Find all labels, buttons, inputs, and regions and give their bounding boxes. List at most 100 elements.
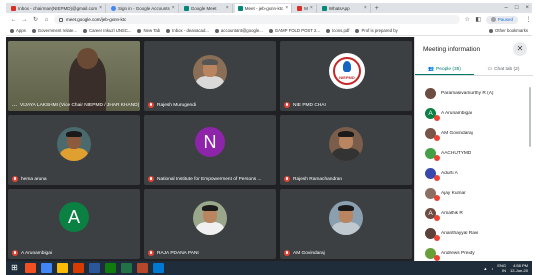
minimize-icon[interactable]: – (505, 5, 508, 11)
extension-icon[interactable]: ◧ (475, 16, 482, 23)
list-item[interactable]: AACHUTYMD (415, 143, 533, 163)
participant-name: A Arunambigai (441, 110, 472, 116)
bookmark-label: Inbox - deanacad... (172, 28, 209, 33)
volume-icon[interactable]: ♪ (491, 266, 493, 271)
participant-tile[interactable]: A A Arunambigai (8, 189, 140, 259)
back-icon[interactable]: ← (10, 17, 17, 23)
participant-tile[interactable]: hema aruna (8, 115, 140, 185)
new-tab-button[interactable]: + (373, 5, 381, 12)
browser-tab[interactable]: Sign in - Google Accounts × (108, 3, 179, 13)
mic-off-icon (434, 194, 440, 201)
tab-label: Google Meet (190, 5, 217, 11)
tab-label: Inbox - chairman(NIEPMD)@gmail.com (18, 5, 98, 11)
list-item[interactable]: A A Arunambigai (415, 103, 533, 123)
windows-start-icon[interactable]: ⊞ (9, 263, 20, 273)
participant-list: Paramasivamurthy R (A) A A Arunambigai AM… (415, 83, 533, 263)
bookmark-apps[interactable]: Apps (10, 28, 26, 33)
list-item[interactable]: Adurti A (415, 163, 533, 183)
participant-name: AM Govindaraj (441, 130, 473, 136)
bookmark-item[interactable]: Government relate... (31, 28, 77, 33)
reload-icon[interactable]: ↻ (32, 16, 39, 23)
list-item[interactable]: AM Govindaraj (415, 123, 533, 143)
panel-tabs: 👥 People (35) ▭ Chat tab (2) (415, 64, 533, 76)
menu-icon[interactable]: ⋮ (525, 16, 532, 23)
browser-tab[interactable]: WhatsApp × (318, 3, 371, 13)
list-item[interactable]: Andrews Preidy (415, 243, 533, 263)
file-explorer-icon[interactable] (57, 263, 68, 273)
close-panel-button[interactable]: ✕ (513, 42, 527, 56)
taskbar-app-icon[interactable] (105, 263, 116, 273)
tile-label: Rajesh Ramachandran (293, 176, 343, 182)
gmail-icon (297, 5, 303, 11)
bookmark-label: Government relate... (37, 28, 77, 33)
participant-tile[interactable]: N National Institute for Empowerment of … (144, 115, 276, 185)
close-icon[interactable]: × (172, 4, 175, 13)
participant-tile[interactable]: ... VIJAYA LAKSHMI (Vice Chair NIEPMD / J… (8, 41, 140, 111)
participant-name: ... VIJAYA LAKSHMI (Vice Chair NIEPMD / J… (12, 102, 139, 108)
window-controls: – □ × (505, 5, 532, 11)
taskbar-app-icon[interactable] (25, 263, 36, 273)
tile-label: Rajesh Murugendi (157, 102, 196, 108)
list-item[interactable]: Ananthayyal Ravi (415, 223, 533, 243)
participant-tile[interactable]: RAJA PDANA PANI (144, 189, 276, 259)
maximize-icon[interactable]: □ (515, 5, 519, 11)
mic-off-icon (148, 176, 154, 182)
taskbar-app-icon[interactable] (137, 263, 148, 273)
close-icon[interactable]: × (310, 4, 313, 13)
list-item[interactable]: A Amalhik R (415, 203, 533, 223)
forward-icon[interactable]: → (21, 17, 28, 23)
clock[interactable]: 4:58 PM 12-Jun-20 (510, 263, 528, 273)
region-text: IN (501, 268, 506, 273)
bookmark-item[interactable]: GAMP FOLD POST 2... (268, 28, 320, 33)
participant-tile[interactable]: NIEPMD NIE PMD CHAI (280, 41, 412, 111)
address-bar-row: ← → ↻ ⌂ meet.google.com/jeb-gxnn-ktc ☆ ◧… (6, 13, 532, 26)
bookmark-item[interactable]: Prof is prepared by (355, 28, 398, 33)
bookmark-item[interactable]: Career Inkuzl UNSC... (82, 28, 131, 33)
browser-tab[interactable]: Google Meet × (180, 3, 233, 13)
avatar-initial: A (428, 109, 433, 117)
bookmark-item[interactable]: Inbox - deanacad... (166, 28, 209, 33)
bookmark-icon (355, 28, 360, 33)
avatar (490, 17, 496, 22)
close-icon[interactable]: × (226, 4, 229, 13)
participant-name: Adurti A (441, 170, 458, 176)
browser-tab[interactable]: M × (294, 3, 317, 13)
meet-grid: ... VIJAYA LAKSHMI (Vice Chair NIEPMD / J… (6, 37, 414, 261)
bookmark-item[interactable]: accountant@google... (214, 28, 263, 33)
excel-icon[interactable] (121, 263, 132, 273)
close-icon[interactable]: × (364, 4, 367, 13)
tile-label: RAJA PDANA PANI (157, 250, 199, 256)
star-icon[interactable]: ☆ (464, 16, 471, 23)
url-input[interactable]: meet.google.com/jeb-gxnn-ktc (54, 15, 460, 24)
bookmark-item[interactable]: Icons.pdf (326, 28, 349, 33)
participant-name: Ajay Kumar (441, 190, 466, 196)
bookmark-item[interactable]: New Tab (137, 28, 160, 33)
participant-name: Ananthayyal Ravi (441, 230, 479, 236)
avatar (193, 55, 227, 89)
profile-button[interactable]: Paused (485, 15, 518, 24)
language-indicator[interactable]: ENG IN (497, 263, 506, 273)
tab-people[interactable]: 👥 People (35) (415, 64, 474, 75)
other-bookmarks[interactable]: Other bookmarks (489, 28, 532, 33)
list-item[interactable]: Paramasivamurthy R (A) (415, 83, 533, 103)
list-item[interactable]: Ajay Kumar (415, 183, 533, 203)
browser-tab-active[interactable]: Meet - jeb-gxnn-ktc × (234, 3, 293, 13)
tab-label: Chat tab (2) (494, 67, 520, 72)
tab-chat[interactable]: ▭ Chat tab (2) (474, 64, 533, 75)
browser-tab[interactable]: Inbox - chairman(NIEPMD)@gmail.com × (8, 3, 107, 13)
word-icon[interactable] (89, 263, 100, 273)
participant-tile[interactable]: AM Govindaraj (280, 189, 412, 259)
taskbar-app-icon[interactable] (153, 263, 164, 273)
close-window-icon[interactable]: × (525, 5, 529, 11)
more-icon: ... (12, 102, 18, 108)
network-icon[interactable]: ▲ (483, 266, 487, 271)
scrollbar[interactable] (529, 87, 531, 147)
participant-tile[interactable]: Rajesh Ramachandran (280, 115, 412, 185)
tab-label: WhatsApp (328, 5, 350, 11)
close-icon[interactable]: × (99, 4, 102, 13)
home-icon[interactable]: ⌂ (43, 17, 50, 23)
close-icon[interactable]: × (285, 4, 288, 13)
participant-tile[interactable]: Rajesh Murugendi (144, 41, 276, 111)
chrome-icon[interactable] (41, 263, 52, 273)
powerpoint-icon[interactable] (73, 263, 84, 273)
